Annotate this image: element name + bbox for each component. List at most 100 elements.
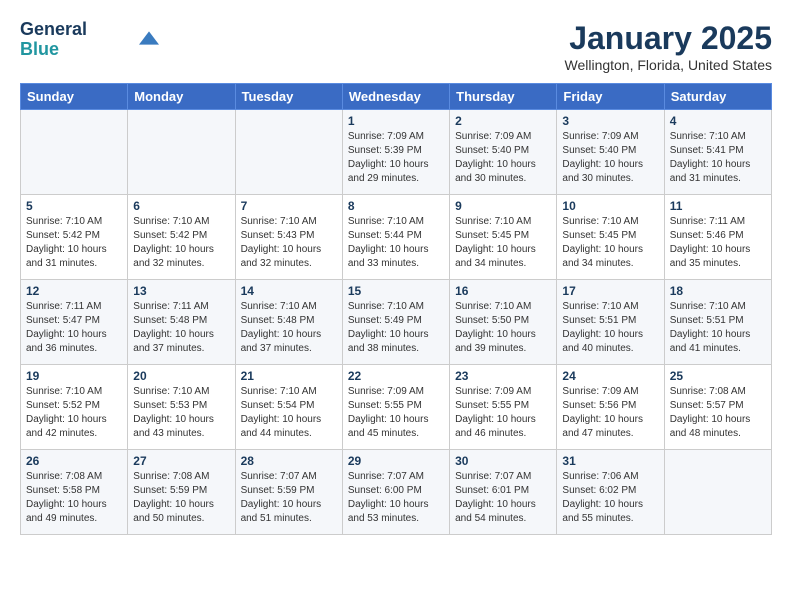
day-number: 6 <box>133 199 229 213</box>
day-info: Sunrise: 7:09 AM Sunset: 5:56 PM Dayligh… <box>562 385 658 441</box>
day-info: Sunrise: 7:10 AM Sunset: 5:42 PM Dayligh… <box>26 215 122 271</box>
day-info: Sunrise: 7:10 AM Sunset: 5:44 PM Dayligh… <box>348 215 444 271</box>
calendar-cell: 1 Sunrise: 7:09 AM Sunset: 5:39 PM Daylig… <box>342 110 449 195</box>
day-info: Sunrise: 7:08 AM Sunset: 5:57 PM Dayligh… <box>670 385 766 441</box>
calendar-cell: 14 Sunrise: 7:10 AM Sunset: 5:48 PM Dayli… <box>235 280 342 365</box>
calendar-cell: 28 Sunrise: 7:07 AM Sunset: 5:59 PM Dayli… <box>235 450 342 535</box>
calendar-cell: 27 Sunrise: 7:08 AM Sunset: 5:59 PM Dayli… <box>128 450 235 535</box>
calendar-cell: 11 Sunrise: 7:11 AM Sunset: 5:46 PM Dayli… <box>664 195 771 280</box>
day-number: 29 <box>348 454 444 468</box>
logo: GeneralBlue <box>20 20 159 60</box>
day-number: 7 <box>241 199 337 213</box>
day-info: Sunrise: 7:08 AM Sunset: 5:59 PM Dayligh… <box>133 470 229 526</box>
calendar-header-row: Sunday Monday Tuesday Wednesday Thursday… <box>21 84 772 110</box>
calendar-week-row: 1 Sunrise: 7:09 AM Sunset: 5:39 PM Daylig… <box>21 110 772 195</box>
calendar-cell: 5Sunrise: 7:10 AM Sunset: 5:42 PM Daylig… <box>21 195 128 280</box>
day-info: Sunrise: 7:11 AM Sunset: 5:47 PM Dayligh… <box>26 300 122 356</box>
day-info: Sunrise: 7:09 AM Sunset: 5:55 PM Dayligh… <box>455 385 551 441</box>
day-number: 1 <box>348 114 444 128</box>
day-info: Sunrise: 7:10 AM Sunset: 5:49 PM Dayligh… <box>348 300 444 356</box>
day-info: Sunrise: 7:09 AM Sunset: 5:39 PM Dayligh… <box>348 130 444 186</box>
day-number: 25 <box>670 369 766 383</box>
col-thursday: Thursday <box>450 84 557 110</box>
calendar-cell: 6 Sunrise: 7:10 AM Sunset: 5:42 PM Daylig… <box>128 195 235 280</box>
col-wednesday: Wednesday <box>342 84 449 110</box>
calendar-week-row: 12 Sunrise: 7:11 AM Sunset: 5:47 PM Dayli… <box>21 280 772 365</box>
day-info: Sunrise: 7:10 AM Sunset: 5:41 PM Dayligh… <box>670 130 766 186</box>
calendar-cell: 26Sunrise: 7:08 AM Sunset: 5:58 PM Dayli… <box>21 450 128 535</box>
calendar-cell: 29 Sunrise: 7:07 AM Sunset: 6:00 PM Dayli… <box>342 450 449 535</box>
calendar-cell: 9Sunrise: 7:10 AM Sunset: 5:45 PM Daylig… <box>450 195 557 280</box>
calendar-cell: 17 Sunrise: 7:10 AM Sunset: 5:51 PM Dayli… <box>557 280 664 365</box>
day-number: 24 <box>562 369 658 383</box>
day-number: 15 <box>348 284 444 298</box>
logo-text: GeneralBlue <box>20 20 87 60</box>
day-info: Sunrise: 7:06 AM Sunset: 6:02 PM Dayligh… <box>562 470 658 526</box>
calendar-table: Sunday Monday Tuesday Wednesday Thursday… <box>20 83 772 535</box>
day-number: 12 <box>26 284 122 298</box>
day-number: 26 <box>26 454 122 468</box>
calendar-cell: 23 Sunrise: 7:09 AM Sunset: 5:55 PM Dayli… <box>450 365 557 450</box>
calendar-week-row: 5Sunrise: 7:10 AM Sunset: 5:42 PM Daylig… <box>21 195 772 280</box>
day-info: Sunrise: 7:11 AM Sunset: 5:48 PM Dayligh… <box>133 300 229 356</box>
calendar-cell: 7Sunrise: 7:10 AM Sunset: 5:43 PM Daylig… <box>235 195 342 280</box>
calendar-cell: 10Sunrise: 7:10 AM Sunset: 5:45 PM Dayli… <box>557 195 664 280</box>
day-number: 4 <box>670 114 766 128</box>
calendar-cell: 22 Sunrise: 7:09 AM Sunset: 5:55 PM Dayli… <box>342 365 449 450</box>
calendar-cell <box>664 450 771 535</box>
day-info: Sunrise: 7:10 AM Sunset: 5:51 PM Dayligh… <box>562 300 658 356</box>
day-number: 17 <box>562 284 658 298</box>
calendar-cell <box>21 110 128 195</box>
day-number: 28 <box>241 454 337 468</box>
day-number: 20 <box>133 369 229 383</box>
day-number: 23 <box>455 369 551 383</box>
day-number: 27 <box>133 454 229 468</box>
col-saturday: Saturday <box>664 84 771 110</box>
calendar-cell: 4 Sunrise: 7:10 AM Sunset: 5:41 PM Daylig… <box>664 110 771 195</box>
day-info: Sunrise: 7:09 AM Sunset: 5:40 PM Dayligh… <box>562 130 658 186</box>
calendar-cell: 19 Sunrise: 7:10 AM Sunset: 5:52 PM Dayli… <box>21 365 128 450</box>
day-number: 21 <box>241 369 337 383</box>
day-number: 8 <box>348 199 444 213</box>
calendar-cell: 13 Sunrise: 7:11 AM Sunset: 5:48 PM Dayli… <box>128 280 235 365</box>
calendar-subtitle: Wellington, Florida, United States <box>564 57 772 73</box>
day-info: Sunrise: 7:10 AM Sunset: 5:52 PM Dayligh… <box>26 385 122 441</box>
calendar-cell: 18 Sunrise: 7:10 AM Sunset: 5:51 PM Dayli… <box>664 280 771 365</box>
day-number: 18 <box>670 284 766 298</box>
day-info: Sunrise: 7:07 AM Sunset: 6:00 PM Dayligh… <box>348 470 444 526</box>
day-info: Sunrise: 7:10 AM Sunset: 5:50 PM Dayligh… <box>455 300 551 356</box>
day-number: 14 <box>241 284 337 298</box>
day-info: Sunrise: 7:10 AM Sunset: 5:51 PM Dayligh… <box>670 300 766 356</box>
day-number: 11 <box>670 199 766 213</box>
col-friday: Friday <box>557 84 664 110</box>
calendar-cell: 15 Sunrise: 7:10 AM Sunset: 5:49 PM Dayli… <box>342 280 449 365</box>
page-header: GeneralBlue January 2025 Wellington, Flo… <box>20 20 772 73</box>
day-number: 10 <box>562 199 658 213</box>
calendar-cell: 12 Sunrise: 7:11 AM Sunset: 5:47 PM Dayli… <box>21 280 128 365</box>
day-number: 2 <box>455 114 551 128</box>
day-info: Sunrise: 7:11 AM Sunset: 5:46 PM Dayligh… <box>670 215 766 271</box>
day-number: 3 <box>562 114 658 128</box>
day-info: Sunrise: 7:10 AM Sunset: 5:42 PM Dayligh… <box>133 215 229 271</box>
day-info: Sunrise: 7:09 AM Sunset: 5:40 PM Dayligh… <box>455 130 551 186</box>
logo-icon <box>139 31 159 45</box>
calendar-cell: 24 Sunrise: 7:09 AM Sunset: 5:56 PM Dayli… <box>557 365 664 450</box>
day-number: 19 <box>26 369 122 383</box>
day-info: Sunrise: 7:10 AM Sunset: 5:45 PM Dayligh… <box>455 215 551 271</box>
day-number: 13 <box>133 284 229 298</box>
calendar-cell: 31Sunrise: 7:06 AM Sunset: 6:02 PM Dayli… <box>557 450 664 535</box>
day-info: Sunrise: 7:07 AM Sunset: 5:59 PM Dayligh… <box>241 470 337 526</box>
day-info: Sunrise: 7:09 AM Sunset: 5:55 PM Dayligh… <box>348 385 444 441</box>
calendar-week-row: 19 Sunrise: 7:10 AM Sunset: 5:52 PM Dayli… <box>21 365 772 450</box>
calendar-title: January 2025 <box>564 20 772 57</box>
day-number: 30 <box>455 454 551 468</box>
day-info: Sunrise: 7:10 AM Sunset: 5:53 PM Dayligh… <box>133 385 229 441</box>
calendar-cell: 16Sunrise: 7:10 AM Sunset: 5:50 PM Dayli… <box>450 280 557 365</box>
day-info: Sunrise: 7:07 AM Sunset: 6:01 PM Dayligh… <box>455 470 551 526</box>
day-info: Sunrise: 7:10 AM Sunset: 5:48 PM Dayligh… <box>241 300 337 356</box>
calendar-cell: 30 Sunrise: 7:07 AM Sunset: 6:01 PM Dayli… <box>450 450 557 535</box>
day-number: 22 <box>348 369 444 383</box>
col-tuesday: Tuesday <box>235 84 342 110</box>
day-info: Sunrise: 7:10 AM Sunset: 5:54 PM Dayligh… <box>241 385 337 441</box>
calendar-cell: 20 Sunrise: 7:10 AM Sunset: 5:53 PM Dayli… <box>128 365 235 450</box>
